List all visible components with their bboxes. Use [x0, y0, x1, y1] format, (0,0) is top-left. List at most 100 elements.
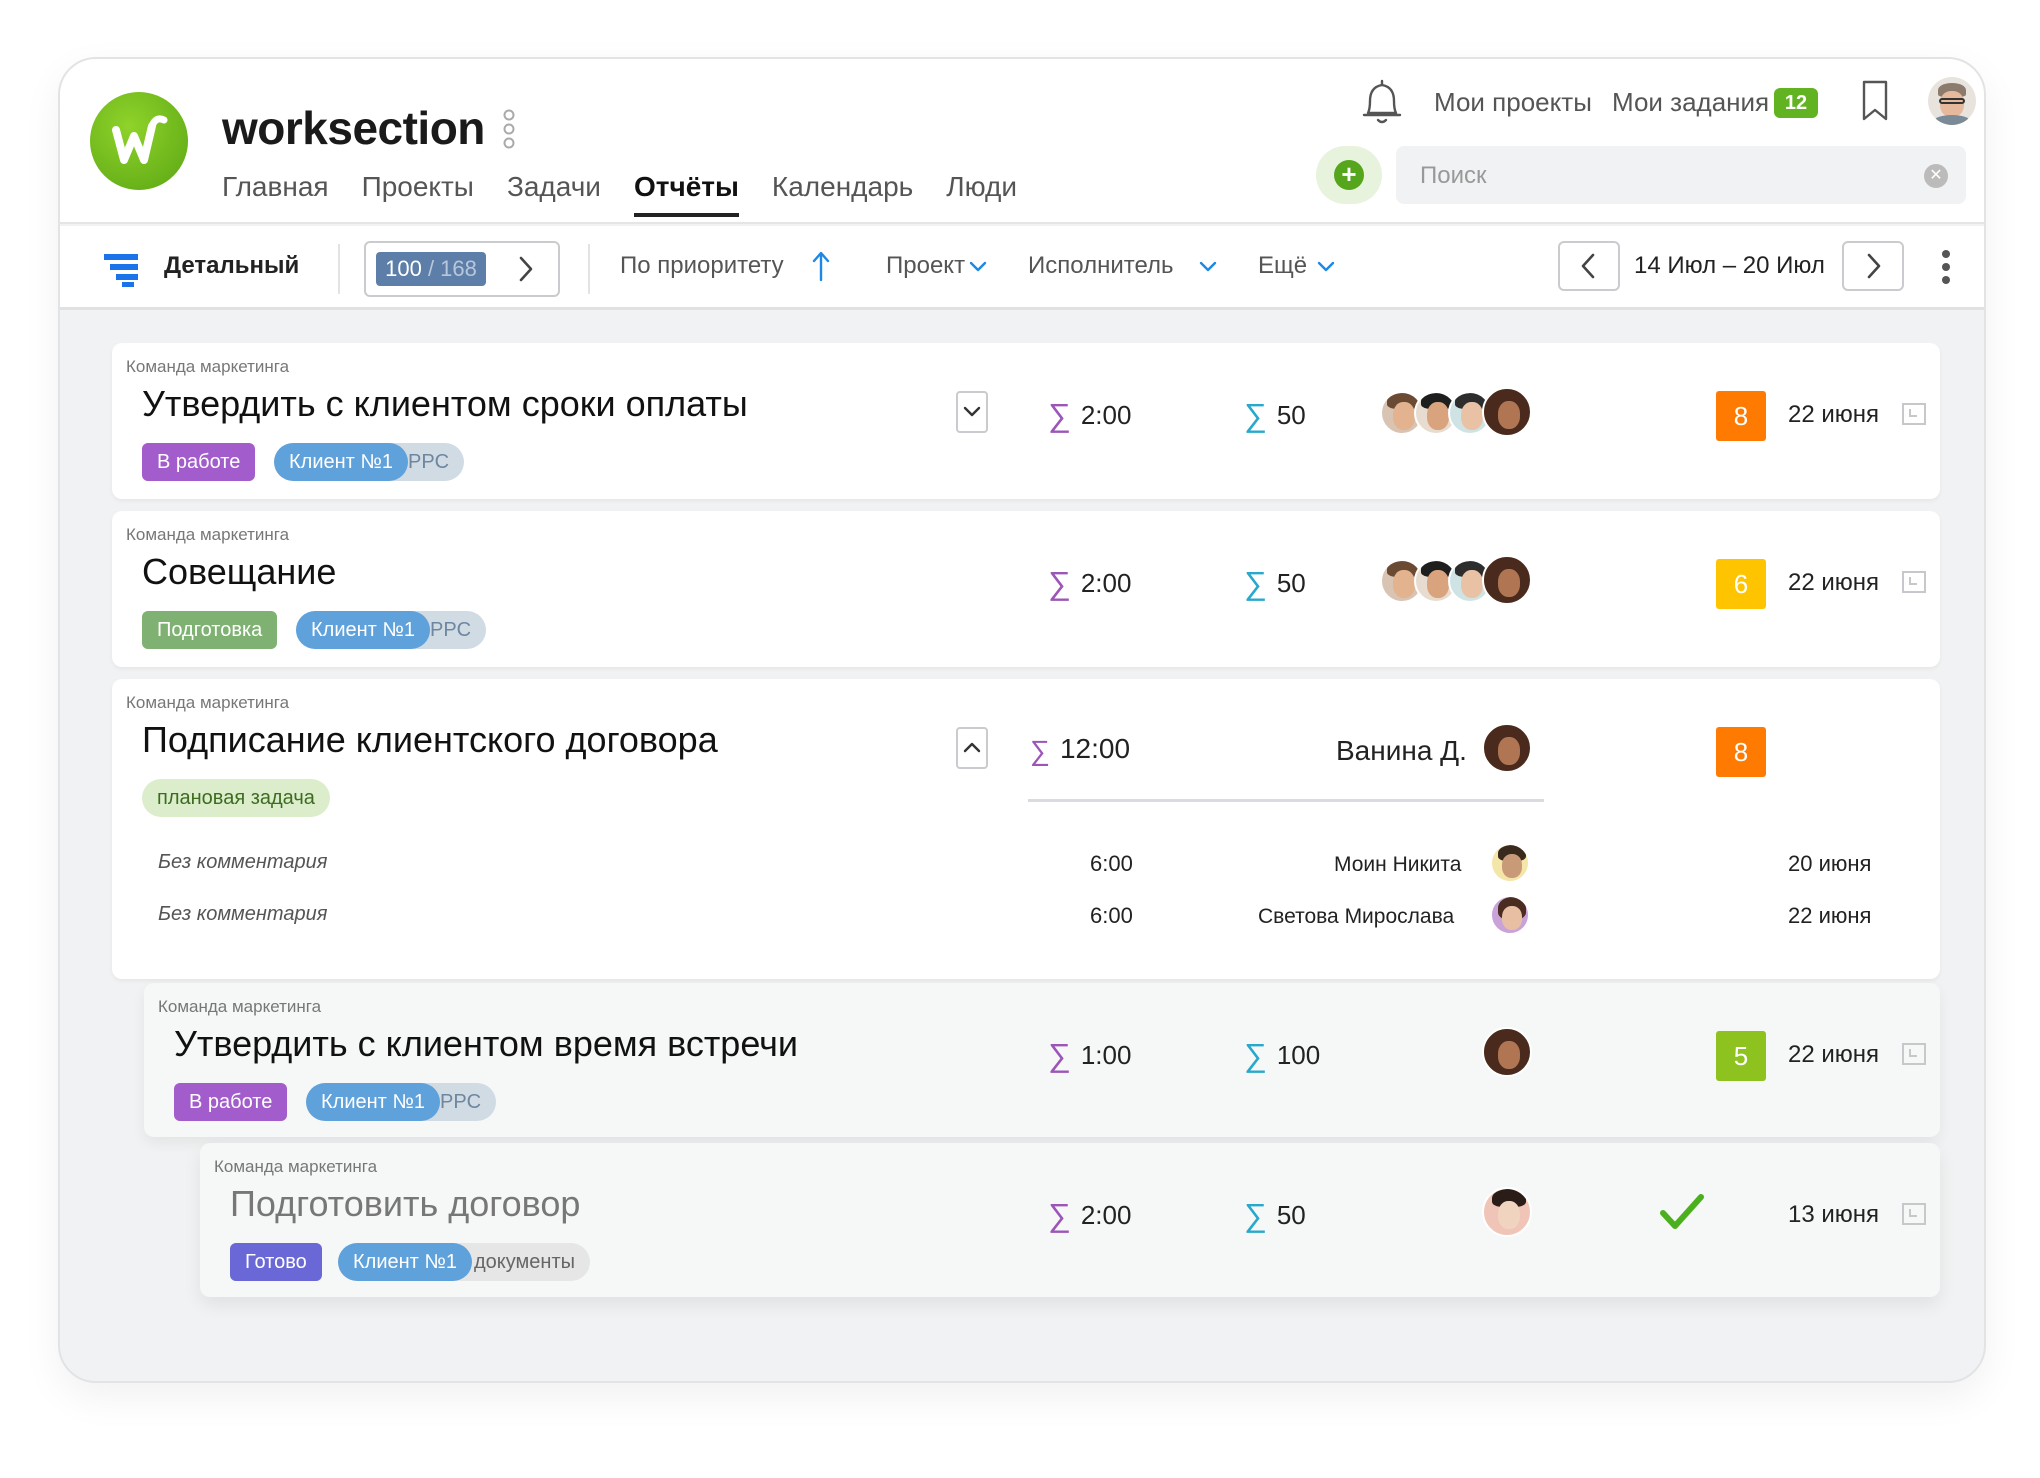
avatar[interactable] — [1482, 723, 1532, 773]
view-mode-label[interactable]: Детальный — [164, 252, 299, 280]
brand-name: worksection — [222, 102, 485, 154]
status-badge[interactable]: Подготовка — [142, 611, 278, 649]
due-date: 22 июня — [1788, 401, 1880, 428]
sigma-icon: ∑ — [1048, 565, 1071, 601]
next-week-button[interactable] — [1842, 241, 1904, 291]
task-title[interactable]: Подписание клиентского договора — [142, 719, 718, 761]
priority-badge[interactable]: 5 — [1716, 1031, 1766, 1081]
bookmark-icon[interactable] — [1860, 79, 1890, 128]
filter-assignee[interactable]: Исполнитель — [1028, 252, 1174, 280]
prev-week-button[interactable] — [1558, 241, 1620, 291]
calendar-icon[interactable] — [1902, 571, 1926, 593]
task-card[interactable]: Команда маркетинга Утвердить с клиентом … — [112, 343, 1940, 499]
date-range-label[interactable]: 14 Июл – 20 Июл — [1634, 252, 1825, 280]
done-check-icon[interactable] — [1660, 1193, 1704, 1236]
client-tag[interactable]: Клиент №1 — [306, 1083, 440, 1121]
filter-more[interactable]: Ещё — [1258, 252, 1307, 280]
nav-calendar[interactable]: Календарь — [772, 171, 913, 217]
avatar[interactable] — [1482, 555, 1532, 605]
chevron-right-icon[interactable] — [516, 255, 536, 288]
cost-value: 50 — [1276, 1200, 1306, 1230]
time-value: 2:00 — [1080, 400, 1132, 430]
avatar[interactable] — [1490, 895, 1530, 935]
task-team: Команда маркетинга — [126, 525, 290, 544]
detailed-view-icon[interactable] — [104, 252, 140, 293]
status-badge[interactable]: Готово — [230, 1243, 322, 1281]
nav-people[interactable]: Люди — [946, 171, 1017, 217]
task-title[interactable]: Утвердить с клиентом сроки оплаты — [142, 383, 748, 425]
status-badge[interactable]: В работе — [174, 1083, 288, 1121]
sigma-icon: ∑ — [1244, 397, 1267, 433]
client-tag[interactable]: Клиент №1 — [296, 611, 430, 649]
chevron-down-icon[interactable] — [1316, 260, 1336, 279]
avatar[interactable] — [1482, 1187, 1532, 1237]
cost-sum: ∑ 100 — [1244, 1037, 1320, 1074]
task-card[interactable]: Команда маркетинга Утвердить с клиентом … — [144, 983, 1940, 1137]
add-button[interactable]: + — [1316, 146, 1382, 204]
sort-priority-label[interactable]: По приоритету — [620, 252, 784, 280]
nav-reports[interactable]: Отчёты — [633, 171, 739, 217]
time-sum: ∑ 2:00 — [1048, 1197, 1131, 1234]
app-header: worksection Главная Проекты Задачи Отчёт… — [60, 59, 1984, 224]
filter-project[interactable]: Проект — [886, 252, 965, 280]
priority-badge[interactable]: 6 — [1716, 559, 1766, 609]
avatar[interactable] — [1482, 387, 1532, 437]
sigma-icon: ∑ — [1030, 735, 1050, 766]
chevron-down-icon[interactable] — [968, 260, 988, 279]
status-badge[interactable]: плановая задача — [142, 779, 330, 817]
task-card[interactable]: Команда маркетинга Совещание Подготовка … — [112, 511, 1940, 667]
entry-comment: Без комментария — [158, 903, 328, 925]
nav-projects[interactable]: Проекты — [362, 171, 474, 217]
client-tag[interactable]: Клиент №1 — [274, 443, 408, 481]
entry-time: 6:00 — [1090, 903, 1133, 928]
status-badge[interactable]: В работе — [142, 443, 256, 481]
pager-current: 100 — [385, 256, 422, 281]
bell-icon[interactable] — [1360, 79, 1404, 132]
nav-home[interactable]: Главная — [222, 171, 329, 217]
priority-badge[interactable]: 8 — [1716, 727, 1766, 777]
worksection-logo[interactable] — [90, 92, 188, 190]
search-input[interactable]: Поиск ✕ — [1396, 146, 1966, 204]
due-date: 13 июня — [1788, 1201, 1880, 1228]
user-avatar[interactable] — [1928, 77, 1976, 125]
clear-search-icon[interactable]: ✕ — [1924, 164, 1948, 188]
avatar[interactable] — [1482, 1027, 1532, 1077]
sigma-icon: ∑ — [1244, 1037, 1267, 1073]
assignee-name: Ванина Д. — [1336, 735, 1467, 766]
collapse-button[interactable] — [956, 727, 988, 769]
entry-comment: Без комментария — [158, 851, 328, 873]
time-value: 1:00 — [1080, 1040, 1132, 1070]
search-placeholder: Поиск — [1420, 162, 1487, 189]
arrow-up-icon[interactable] — [812, 250, 830, 287]
calendar-icon[interactable] — [1902, 403, 1926, 425]
task-card[interactable]: Команда маркетинга Подготовить договор Г… — [200, 1143, 1940, 1297]
my-projects-link[interactable]: Мои проекты — [1434, 87, 1592, 118]
task-title[interactable]: Утвердить с клиентом время встречи — [174, 1023, 798, 1065]
pagination-control[interactable]: 100 / 168 — [364, 241, 560, 297]
time-value: 12:00 — [1059, 733, 1131, 764]
sigma-icon: ∑ — [1048, 397, 1071, 433]
more-vertical-icon[interactable] — [502, 109, 516, 154]
calendar-icon[interactable] — [1902, 1043, 1926, 1065]
priority-badge[interactable]: 8 — [1716, 391, 1766, 441]
sigma-icon: ∑ — [1048, 1037, 1071, 1073]
task-team: Команда маркетинга — [126, 693, 290, 712]
task-title[interactable]: Совещание — [142, 551, 336, 593]
task-team: Команда маркетинга — [126, 357, 290, 376]
task-title[interactable]: Подготовить договор — [230, 1183, 580, 1225]
nav-tasks[interactable]: Задачи — [507, 171, 601, 217]
my-tasks-link[interactable]: Мои задания — [1612, 87, 1769, 118]
cost-sum: ∑ 50 — [1244, 565, 1306, 602]
calendar-icon[interactable] — [1902, 1203, 1926, 1225]
avatar[interactable] — [1490, 843, 1530, 883]
toolbar-divider — [338, 244, 340, 294]
entry-date: 20 июня — [1788, 851, 1872, 876]
more-options-icon[interactable] — [1940, 248, 1952, 293]
sigma-icon: ∑ — [1048, 1197, 1071, 1233]
due-date: 22 июня — [1788, 1041, 1880, 1068]
chevron-down-icon[interactable] — [1198, 260, 1218, 279]
client-tag[interactable]: Клиент №1 — [338, 1243, 472, 1281]
task-card-expanded[interactable]: Команда маркетинга Подписание клиентског… — [112, 679, 1940, 979]
app-window: worksection Главная Проекты Задачи Отчёт… — [58, 57, 1986, 1383]
expand-button[interactable] — [956, 391, 988, 433]
